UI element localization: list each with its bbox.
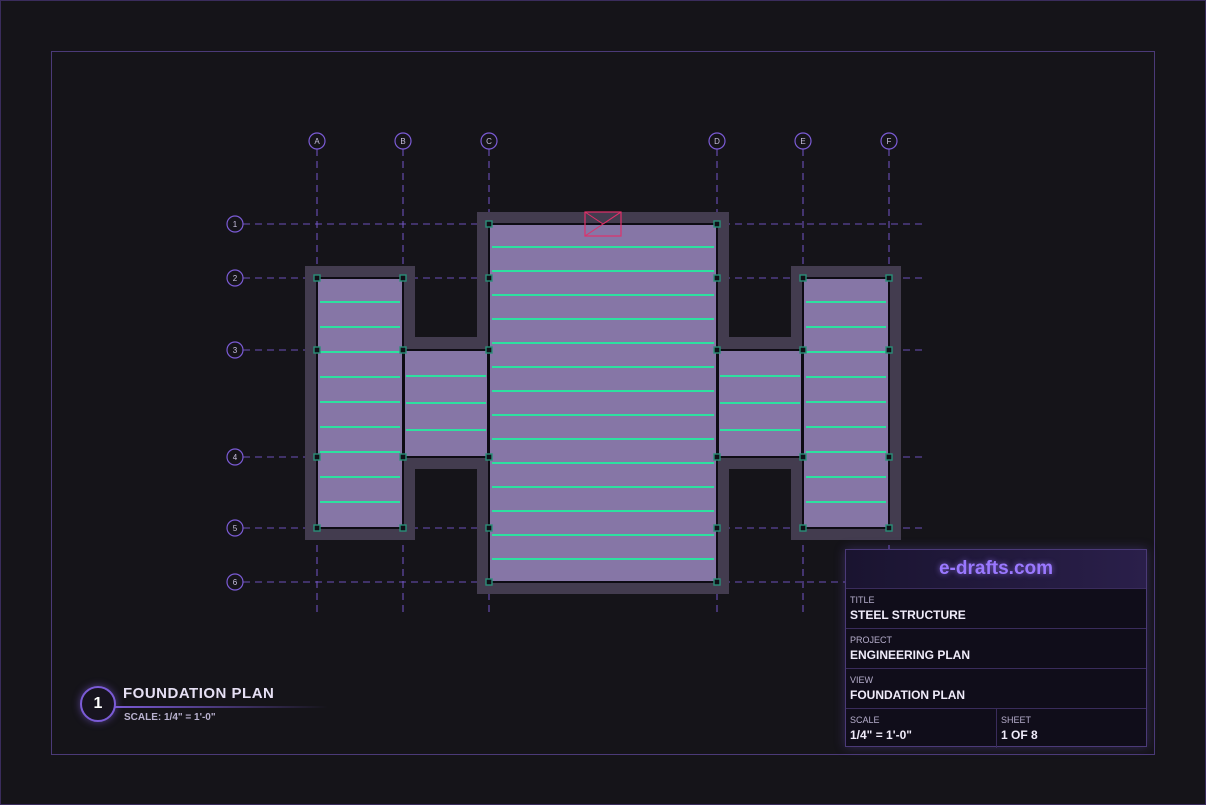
column-4 [485,274,493,282]
sheet-value: 1 OF 8 [1001,728,1038,742]
column-1 [713,220,721,228]
column-12 [799,346,807,354]
column-5 [713,274,721,282]
scale-sheet-row: SCALE 1/4" = 1'-0" SHEET 1 OF 8 [846,709,1146,748]
view-title-underline [114,706,328,708]
column-14 [313,453,321,461]
scale-value: 1/4" = 1'-0" [850,728,912,742]
column-7 [885,274,893,282]
scale-label: SCALE [850,715,880,725]
scale-cell: SCALE 1/4" = 1'-0" [846,709,997,748]
grid-row-3-label: 3 [233,346,238,355]
grid-col-E-label: E [800,137,805,146]
column-11 [713,346,721,354]
grid-col-F-label: F [887,137,892,146]
grid-row-4-label: 4 [233,453,238,462]
project-row: PROJECT ENGINEERING PLAN [846,629,1146,669]
column-24 [799,524,807,532]
view-number-circle: 1 [80,686,116,722]
column-18 [799,453,807,461]
column-25 [885,524,893,532]
column-9 [399,346,407,354]
column-21 [399,524,407,532]
column-0 [485,220,493,228]
grid-col-D-label: D [714,137,720,146]
grid-row-6-label: 6 [233,578,238,587]
sheet-cell: SHEET 1 OF 8 [997,709,1146,748]
column-23 [713,524,721,532]
project-value: ENGINEERING PLAN [850,648,971,662]
title-block: e-drafts.com TITLE STEEL STRUCTURE PROJE… [845,549,1147,748]
view-scale: SCALE: 1/4" = 1'-0" [124,712,216,723]
column-15 [399,453,407,461]
column-27 [713,578,721,586]
column-19 [885,453,893,461]
view-row: VIEW FOUNDATION PLAN [846,669,1146,709]
grid-col-A-label: A [314,137,320,146]
title-row: TITLE STEEL STRUCTURE [846,589,1146,629]
view-row-value: FOUNDATION PLAN [850,688,966,702]
grid-col-C-label: C [486,137,492,146]
grid-col-B-label: B [400,137,405,146]
central-slab [488,223,718,583]
column-2 [313,274,321,282]
column-10 [485,346,493,354]
column-6 [799,274,807,282]
title-label: TITLE [850,595,875,605]
project-label: PROJECT [850,635,893,645]
column-13 [885,346,893,354]
title-value: STEEL STRUCTURE [850,608,966,622]
column-8 [313,346,321,354]
column-20 [313,524,321,532]
view-title: FOUNDATION PLAN [123,685,275,702]
grid-row-2-label: 2 [233,274,238,283]
sheet-label: SHEET [1001,715,1032,725]
logo: e-drafts.com [846,550,1146,589]
column-22 [485,524,493,532]
column-3 [399,274,407,282]
column-16 [485,453,493,461]
grid-row-1-label: 1 [233,220,238,229]
column-17 [713,453,721,461]
grid-row-5-label: 5 [233,524,238,533]
view-row-label: VIEW [850,675,874,685]
column-26 [485,578,493,586]
